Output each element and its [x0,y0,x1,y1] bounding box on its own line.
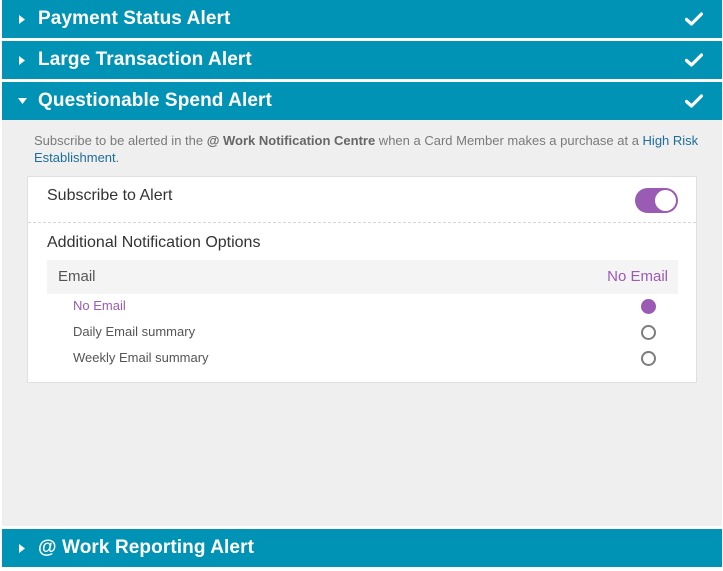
checkmark-icon [684,11,704,27]
accordion-header-payment-status[interactable]: Payment Status Alert [2,0,722,38]
subscribe-label: Subscribe to Alert [47,187,173,204]
options-title: Additional Notification Options [47,234,261,251]
description-text: Subscribe to be alerted in the [34,133,207,148]
email-option-weekly-summary[interactable]: Weekly Email summary [47,346,678,372]
alert-description: Subscribe to be alerted in the @ Work No… [34,132,704,166]
accordion-header-work-reporting[interactable]: @ Work Reporting Alert [2,529,722,567]
caret-right-icon [17,55,27,65]
notification-centre-name: @ Work Notification Centre [206,133,376,148]
accordion-title: Large Transaction Alert [38,49,252,70]
accordion-header-large-transaction[interactable]: Large Transaction Alert [2,41,722,79]
checkmark-icon [684,52,704,68]
description-text: . [115,150,120,165]
radio-label: No Email [73,298,126,313]
alert-settings-card: Subscribe to Alert Additional Notificati… [27,176,697,383]
radio-button[interactable] [641,351,656,366]
accordion-title: Questionable Spend Alert [38,90,272,111]
email-selected-value: No Email [607,268,668,285]
subscribe-row: Subscribe to Alert [28,177,696,223]
email-dropdown[interactable]: Email No Email [47,260,678,294]
caret-down-icon [17,96,27,106]
radio-button[interactable] [641,299,656,314]
alerts-accordion: Payment Status Alert Large Transaction A… [0,0,723,571]
description-text: when a Card Member makes a purchase at a [375,133,643,148]
subscribe-toggle[interactable] [635,188,678,213]
radio-button[interactable] [641,325,656,340]
questionable-spend-panel: Subscribe to be alerted in the @ Work No… [2,120,722,526]
toggle-knob [655,190,676,211]
checkmark-icon [684,93,704,109]
radio-label: Daily Email summary [73,324,196,339]
accordion-title: Payment Status Alert [38,8,231,29]
radio-label: Weekly Email summary [73,350,209,365]
accordion-title: @ Work Reporting Alert [38,537,255,558]
email-option-no-email[interactable]: No Email [47,294,678,320]
caret-right-icon [17,14,27,24]
caret-right-icon [17,543,27,553]
email-label: Email [58,268,96,285]
email-option-daily-summary[interactable]: Daily Email summary [47,320,678,346]
accordion-header-questionable-spend[interactable]: Questionable Spend Alert [2,82,722,120]
